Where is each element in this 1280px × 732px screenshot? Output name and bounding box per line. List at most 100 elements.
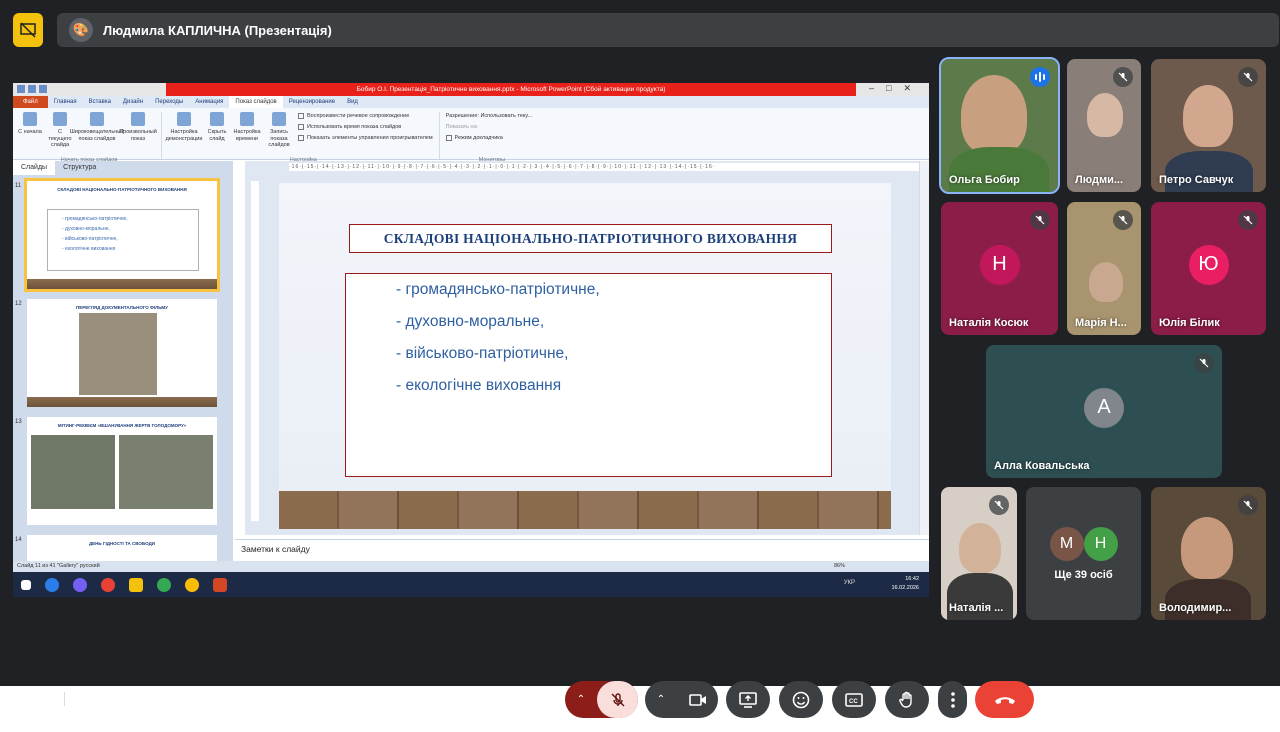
thumb-photo xyxy=(79,313,157,395)
thumb-text-box: - громадянсько-патріотичне, - духовно-мо… xyxy=(47,209,199,271)
slide-thumbnail: СКЛАДОВІ НАЦІОНАЛЬНО-ПАТРІОТИЧНОГО ВИХОВ… xyxy=(24,178,220,292)
participant-name: Алла Ковальська xyxy=(994,460,1090,472)
slide-edit-area: ·16·|·15·|·14·|·13·|·12·|·11·|·10·|·9·|·… xyxy=(245,161,929,535)
quick-access-toolbar xyxy=(17,85,47,93)
mic-control-group: ⌃ xyxy=(565,681,638,718)
windows-taskbar: УКР 16:42 16.02.2026 xyxy=(13,572,929,597)
slides-pane: Слайды Структура 11 СКЛАДОВІ НАЦІОНАЛЬНО… xyxy=(13,161,233,575)
thumb-number: 11 xyxy=(15,183,22,189)
pane-tabs: Слайды Структура xyxy=(13,161,233,175)
horizontal-ruler: ·16·|·15·|·14·|·13·|·12·|·11·|·10·|·9·|·… xyxy=(289,163,929,171)
bullet-item: - військово-патріотичне, xyxy=(396,345,569,362)
camera-toggle-button[interactable] xyxy=(677,681,718,718)
presenter-bar: 🎨 Людмила КАПЛИЧНА (Презентація) xyxy=(57,13,1279,47)
more-avatars: М Н xyxy=(1049,527,1118,561)
presentation-indicator-icon[interactable] xyxy=(13,13,43,47)
mic-off-icon xyxy=(1238,210,1258,230)
ppt-titlebar: Бобир О.І. Презентація_Патріотичне вихов… xyxy=(13,83,929,96)
emoji-icon xyxy=(792,691,810,708)
redo-icon xyxy=(39,85,47,93)
from-beginning-button: С начала xyxy=(17,112,43,159)
participant-name: Юлія Білик xyxy=(1159,317,1220,329)
participant-name: Наталія Косюк xyxy=(949,317,1029,329)
more-participants-tile[interactable]: М Н Ще 39 осіб xyxy=(1026,487,1141,620)
hang-up-icon xyxy=(994,696,1015,704)
chevron-up-icon: ⌃ xyxy=(656,694,666,705)
tab-insert: Вставка xyxy=(88,99,111,105)
mic-off-icon xyxy=(1113,210,1133,230)
vertical-scrollbar xyxy=(919,161,929,535)
avatar: Н xyxy=(1083,527,1118,561)
slide-content-box: - громадянсько-патріотичне, - духовно-мо… xyxy=(345,273,832,477)
raise-hand-button[interactable] xyxy=(885,681,929,718)
avatar: А xyxy=(1084,387,1124,428)
rehearse-timings-button: Настройка времени xyxy=(233,112,261,159)
more-participants-label: Ще 39 осіб xyxy=(1054,569,1113,581)
captions-button[interactable]: CC xyxy=(832,681,876,718)
ribbon-group-start: С начала С текущего слайда Широковещател… xyxy=(17,112,162,163)
participant-tile[interactable]: Ю Юлія Білик xyxy=(1151,202,1266,335)
ribbon-group-monitors: Разрешение: Использовать теку... Показат… xyxy=(445,113,533,163)
folder-icon xyxy=(129,577,143,592)
mic-toggle-button[interactable] xyxy=(597,681,638,718)
setup-show-button: Настройка демонстрации xyxy=(166,112,202,159)
tab-animation: Анимация xyxy=(195,99,224,105)
reactions-button[interactable] xyxy=(779,681,823,718)
mic-options-button[interactable]: ⌃ xyxy=(565,681,597,718)
participant-name: Володимир... xyxy=(1159,602,1232,614)
participant-tile[interactable]: Наталія ... xyxy=(941,487,1017,620)
tab-outline: Структура xyxy=(63,164,97,171)
viber-icon xyxy=(73,577,87,592)
participant-name: Наталія ... xyxy=(949,602,1004,614)
mic-off-icon xyxy=(1030,210,1050,230)
avatar: Н xyxy=(979,244,1020,285)
participant-name: Петро Савчук xyxy=(1159,174,1234,186)
custom-show-button: Произвольный показ xyxy=(119,112,157,159)
slide-thumbnail: МІТИНГ-РЕКВІЄМ «ВШАНУВАННЯ ЖЕРТВ ГОЛОДОМ… xyxy=(27,417,217,525)
record-show-button: Запись показа слайдов xyxy=(264,112,294,159)
camera-options-button[interactable]: ⌃ xyxy=(645,681,677,718)
slide-title: СКЛАДОВІ НАЦІОНАЛЬНО-ПАТРІОТИЧНОГО ВИХОВ… xyxy=(349,224,832,253)
more-options-button[interactable] xyxy=(938,681,967,718)
tab-slideshow: Показ слайдов xyxy=(229,96,283,108)
edge-icon xyxy=(45,577,59,592)
mic-off-icon xyxy=(989,495,1009,515)
present-screen-button[interactable] xyxy=(726,681,770,718)
chrome-icon xyxy=(157,577,171,592)
tab-design: Дизайн xyxy=(122,99,144,105)
broadcast-button: Широковещательный показ слайдов xyxy=(70,112,124,159)
bottom-strip xyxy=(0,686,1280,732)
slide-thumbnail: ПЕРЕГЛЯД ДОКУМЕНТАЛЬНОГО ФІЛЬМУ xyxy=(27,299,217,407)
participant-tile[interactable]: Марія Н... xyxy=(1067,202,1141,335)
mic-off-icon xyxy=(611,692,624,706)
thumb-number: 13 xyxy=(15,419,22,425)
tab-review: Рецензирование xyxy=(288,99,336,105)
camera-icon xyxy=(688,693,706,706)
ppt-window-title: Бобир О.І. Презентація_Патріотичне вихов… xyxy=(166,83,856,96)
hide-slide-button: Скрыть слайд xyxy=(204,112,230,159)
ppt-ribbon-tabs: Файл Главная Вставка Дизайн Переходы Ани… xyxy=(13,96,929,108)
avatar: Ю xyxy=(1188,244,1229,285)
vertical-ruler xyxy=(251,181,259,521)
setup-checkboxes: Воспроизвести речевое сопровождение Испо… xyxy=(298,112,433,159)
tray-clock: 16:42 16.02.2026 xyxy=(891,576,919,591)
shared-screen: Бобир О.І. Презентація_Патріотичне вихов… xyxy=(13,83,929,597)
window-controls: –□✕ xyxy=(869,83,923,93)
participant-tile[interactable]: Володимир... xyxy=(1151,487,1266,620)
ribbon-group-setup: Настройка демонстрации Скрыть слайд Наст… xyxy=(166,112,440,163)
presenter-title: Людмила КАПЛИЧНА (Презентація) xyxy=(103,22,332,38)
bullet-item: - громадянсько-патріотичне, xyxy=(396,281,600,298)
thumb-photo xyxy=(119,435,213,509)
leave-call-button[interactable] xyxy=(975,681,1034,718)
windows-start-icon xyxy=(21,579,31,590)
tab-file: Файл xyxy=(13,96,48,108)
participant-tile[interactable]: А Алла Ковальська xyxy=(986,345,1222,478)
participant-tile[interactable]: Людми... xyxy=(1067,59,1141,192)
chevron-up-icon: ⌃ xyxy=(576,694,586,705)
participant-tile[interactable]: Н Наталія Косюк xyxy=(941,202,1058,335)
tab-transitions: Переходы xyxy=(155,99,184,105)
participant-tile[interactable]: Ольга Бобир xyxy=(939,57,1060,194)
mic-off-icon xyxy=(1238,495,1258,515)
participant-tile[interactable]: Петро Савчук xyxy=(1151,59,1266,192)
participant-name: Людми... xyxy=(1075,174,1124,186)
